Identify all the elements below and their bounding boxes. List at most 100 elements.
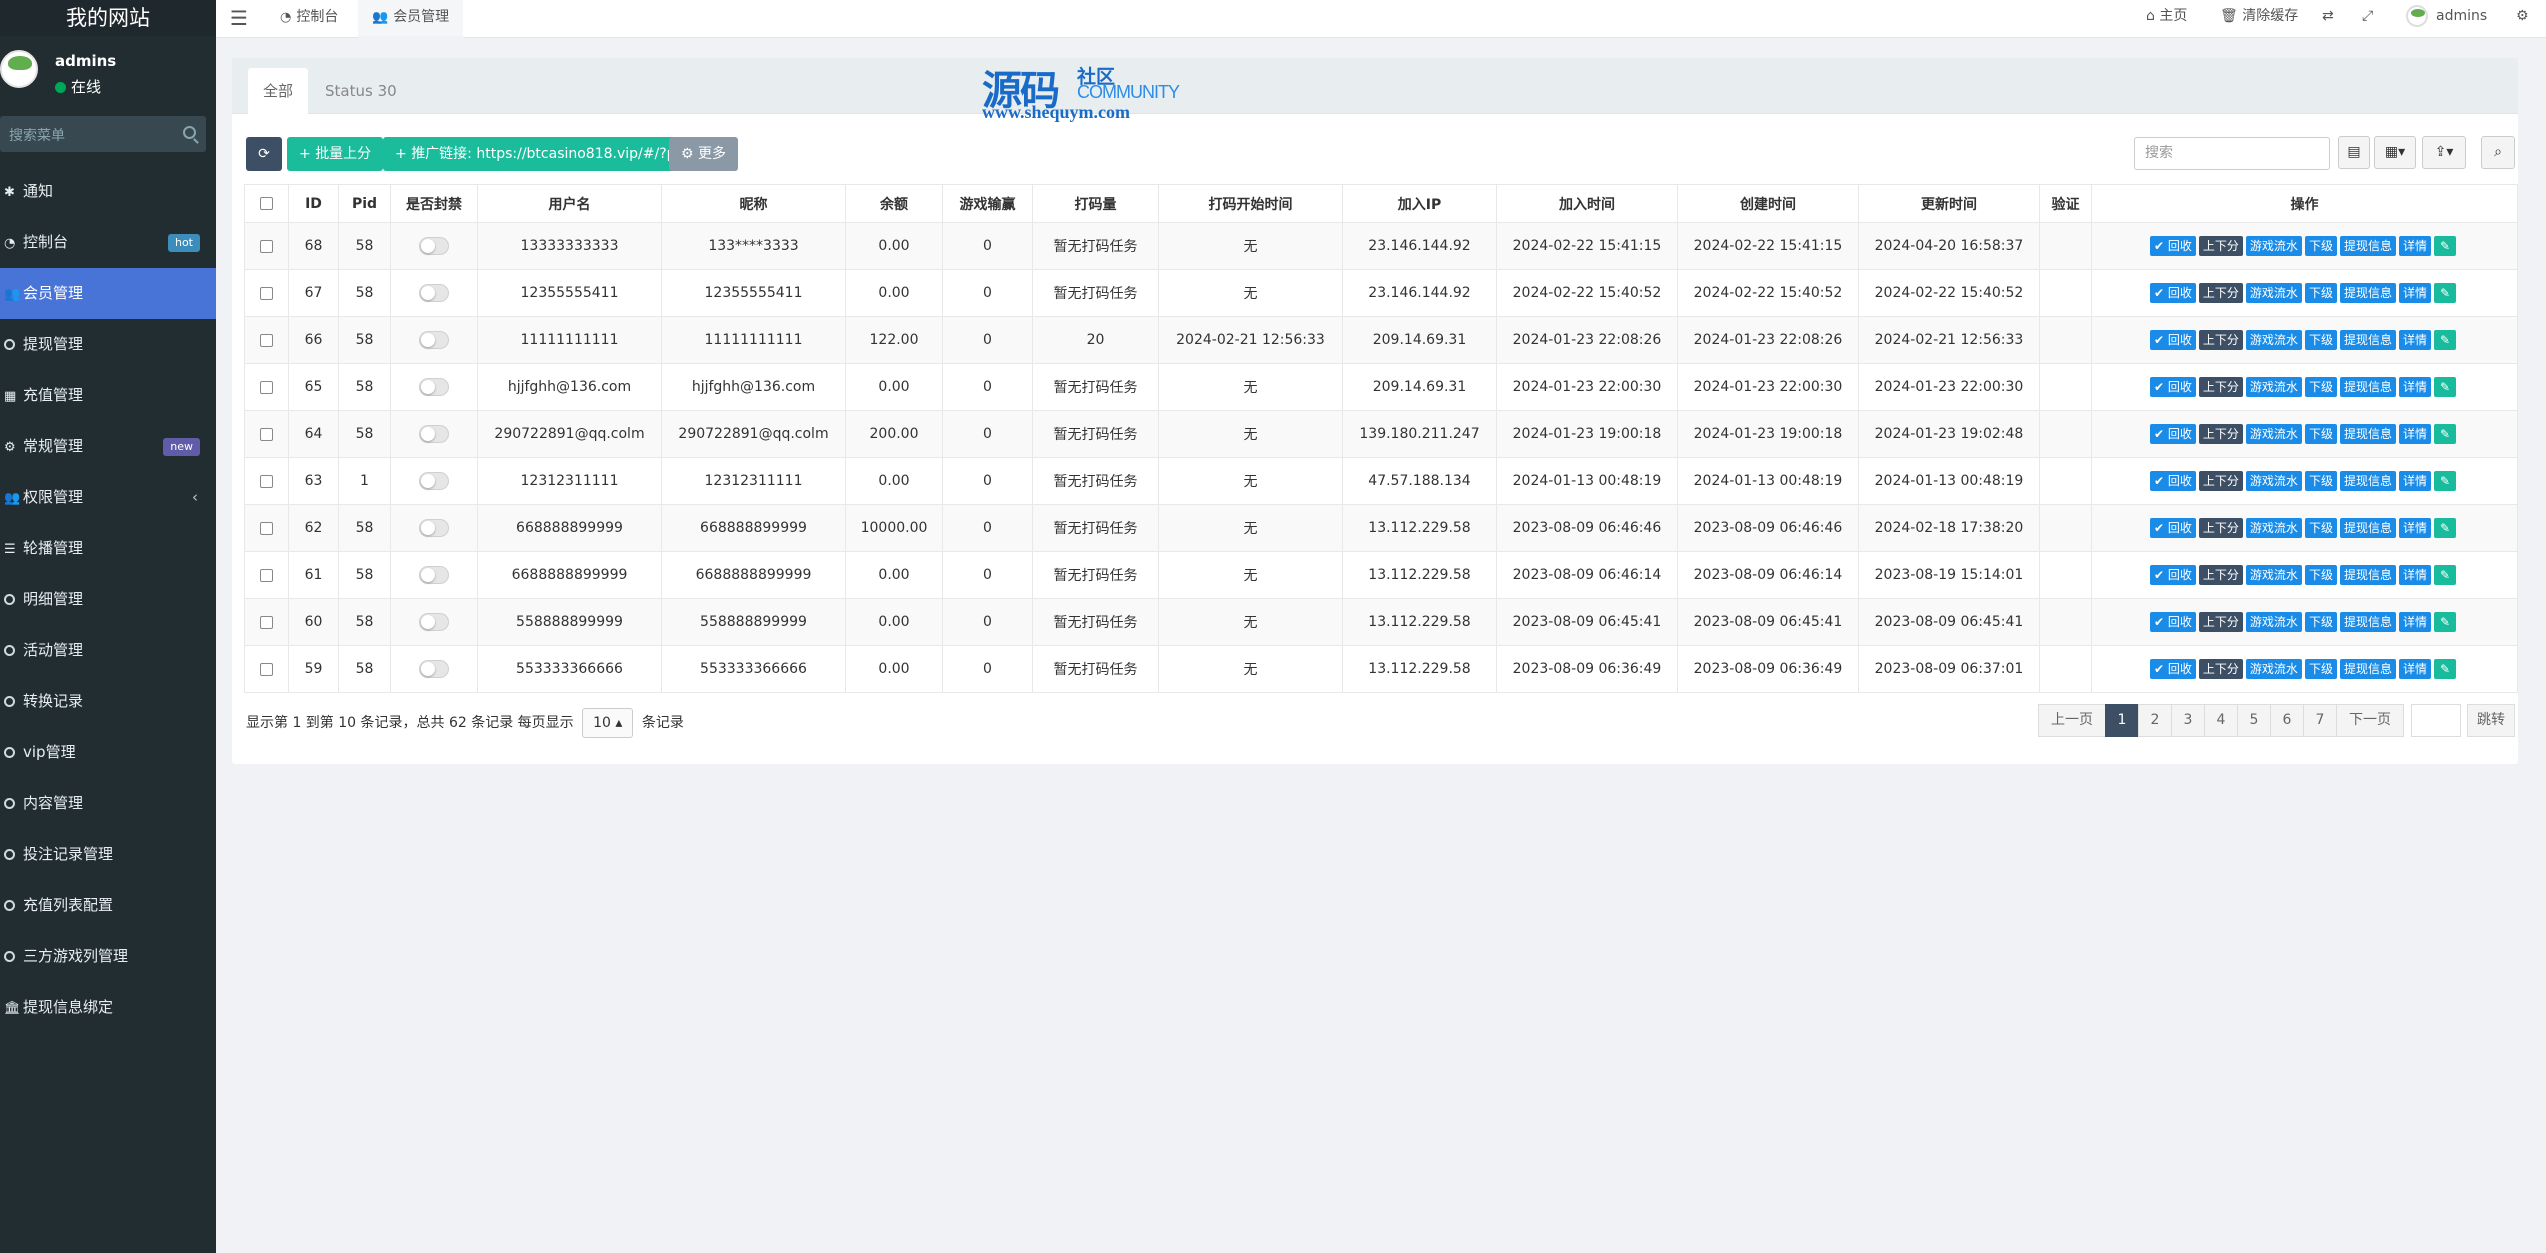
row-select-cell[interactable]	[244, 222, 289, 270]
subordinates-button[interactable]: 下级	[2304, 330, 2337, 350]
ban-toggle-switch[interactable]	[419, 378, 449, 396]
column-header-11[interactable]: 创建时间	[1677, 184, 1859, 223]
column-header-10[interactable]: 加入时间	[1496, 184, 1678, 223]
recycle-button[interactable]: ✔ 回收	[2150, 565, 2196, 585]
ban-toggle-switch[interactable]	[419, 472, 449, 490]
recycle-button[interactable]: ✔ 回收	[2150, 330, 2196, 350]
column-header-9[interactable]: 加入IP	[1342, 184, 1497, 223]
recycle-button[interactable]: ✔ 回收	[2150, 659, 2196, 679]
game-log-button[interactable]: 游戏流水	[2245, 612, 2302, 632]
row-checkbox[interactable]	[260, 427, 273, 441]
details-button[interactable]: 详情	[2398, 565, 2431, 585]
select-all-checkbox[interactable]	[260, 197, 273, 210]
game-log-button[interactable]: 游戏流水	[2245, 518, 2302, 538]
tab-member-management[interactable]: 👥 会员管理	[358, 0, 464, 38]
edit-button[interactable]: ✎	[2433, 424, 2456, 444]
edit-button[interactable]: ✎	[2433, 518, 2456, 538]
page-7-button[interactable]: 7	[2303, 704, 2337, 737]
row-checkbox[interactable]	[260, 521, 273, 535]
details-button[interactable]: 详情	[2398, 471, 2431, 491]
row-select-cell[interactable]	[244, 504, 289, 552]
details-button[interactable]: 详情	[2398, 236, 2431, 256]
ban-toggle-switch[interactable]	[419, 237, 449, 255]
details-button[interactable]: 详情	[2398, 424, 2431, 444]
sidebar-item-6[interactable]: 👥 权限管理 ‹	[0, 472, 216, 523]
column-header-4[interactable]: 昵称	[661, 184, 846, 223]
home-link[interactable]: ⌂ 主页	[2146, 0, 2187, 34]
sidebar-item-7[interactable]: ☰ 轮播管理	[0, 523, 216, 574]
subordinates-button[interactable]: 下级	[2304, 377, 2337, 397]
clear-cache-button[interactable]: 🗑 清除缓存	[2220, 0, 2298, 34]
sidebar-search-input[interactable]: 搜索菜单	[0, 116, 206, 152]
subordinates-button[interactable]: 下级	[2304, 424, 2337, 444]
withdraw-info-button[interactable]: 提现信息	[2339, 283, 2396, 303]
adjust-points-button[interactable]: 上下分	[2198, 471, 2243, 491]
game-log-button[interactable]: 游戏流水	[2245, 236, 2302, 256]
tab-status-30[interactable]: Status 30	[310, 68, 412, 114]
export-button[interactable]: ⇪▾	[2422, 136, 2466, 169]
ban-toggle-switch[interactable]	[419, 566, 449, 584]
tab-dashboard[interactable]: ◔ 控制台	[266, 0, 352, 38]
sidebar-item-11[interactable]: vip管理	[0, 727, 216, 778]
edit-button[interactable]: ✎	[2433, 612, 2456, 632]
hamburger-menu-icon[interactable]: ☰	[230, 6, 248, 30]
game-log-button[interactable]: 游戏流水	[2245, 471, 2302, 491]
row-select-cell[interactable]	[244, 551, 289, 599]
edit-button[interactable]: ✎	[2433, 659, 2456, 679]
details-button[interactable]: 详情	[2398, 612, 2431, 632]
sidebar-item-14[interactable]: 充值列表配置	[0, 880, 216, 931]
user-menu[interactable]: admins	[2406, 0, 2487, 34]
game-log-button[interactable]: 游戏流水	[2245, 565, 2302, 585]
edit-button[interactable]: ✎	[2433, 565, 2456, 585]
row-checkbox[interactable]	[260, 380, 273, 394]
subordinates-button[interactable]: 下级	[2304, 518, 2337, 538]
row-select-cell[interactable]	[244, 363, 289, 411]
jump-page-input[interactable]	[2411, 704, 2461, 737]
row-select-cell[interactable]	[244, 598, 289, 646]
recycle-button[interactable]: ✔ 回收	[2150, 424, 2196, 444]
details-button[interactable]: 详情	[2398, 283, 2431, 303]
column-header-13[interactable]: 验证	[2039, 184, 2092, 223]
withdraw-info-button[interactable]: 提现信息	[2339, 518, 2396, 538]
edit-button[interactable]: ✎	[2433, 236, 2456, 256]
settings-gear-icon[interactable]: ⚙	[2516, 0, 2529, 34]
column-header-3[interactable]: 用户名	[477, 184, 662, 223]
refresh-button[interactable]: ⟳	[246, 137, 282, 171]
page-3-button[interactable]: 3	[2171, 704, 2205, 737]
game-log-button[interactable]: 游戏流水	[2245, 377, 2302, 397]
sidebar-item-15[interactable]: 三方游戏列管理	[0, 931, 216, 982]
adjust-points-button[interactable]: 上下分	[2198, 283, 2243, 303]
recycle-button[interactable]: ✔ 回收	[2150, 518, 2196, 538]
recycle-button[interactable]: ✔ 回收	[2150, 283, 2196, 303]
column-header-1[interactable]: Pid	[338, 184, 391, 223]
subordinates-button[interactable]: 下级	[2304, 283, 2337, 303]
details-button[interactable]: 详情	[2398, 659, 2431, 679]
page-2-button[interactable]: 2	[2138, 704, 2172, 737]
recycle-button[interactable]: ✔ 回收	[2150, 471, 2196, 491]
withdraw-info-button[interactable]: 提现信息	[2339, 565, 2396, 585]
columns-button[interactable]: ▦▾	[2374, 136, 2416, 169]
sidebar-item-12[interactable]: 内容管理	[0, 778, 216, 829]
details-button[interactable]: 详情	[2398, 518, 2431, 538]
withdraw-info-button[interactable]: 提现信息	[2339, 612, 2396, 632]
sidebar-item-5[interactable]: ⚙ 常规管理 new	[0, 421, 216, 472]
withdraw-info-button[interactable]: 提现信息	[2339, 424, 2396, 444]
ban-toggle-switch[interactable]	[419, 425, 449, 443]
adjust-points-button[interactable]: 上下分	[2198, 424, 2243, 444]
sidebar-item-2[interactable]: 👥 会员管理	[0, 268, 216, 319]
withdraw-info-button[interactable]: 提现信息	[2339, 659, 2396, 679]
sidebar-item-9[interactable]: 活动管理	[0, 625, 216, 676]
column-header-0[interactable]: ID	[288, 184, 339, 223]
row-checkbox[interactable]	[260, 333, 273, 347]
recycle-button[interactable]: ✔ 回收	[2150, 236, 2196, 256]
withdraw-info-button[interactable]: 提现信息	[2339, 471, 2396, 491]
edit-button[interactable]: ✎	[2433, 471, 2456, 491]
batch-add-points-button[interactable]: + 批量上分	[287, 137, 384, 171]
column-header-12[interactable]: 更新时间	[1858, 184, 2040, 223]
row-select-cell[interactable]	[244, 410, 289, 458]
recycle-button[interactable]: ✔ 回收	[2150, 612, 2196, 632]
subordinates-button[interactable]: 下级	[2304, 565, 2337, 585]
row-checkbox[interactable]	[260, 568, 273, 582]
withdraw-info-button[interactable]: 提现信息	[2339, 236, 2396, 256]
adjust-points-button[interactable]: 上下分	[2198, 377, 2243, 397]
